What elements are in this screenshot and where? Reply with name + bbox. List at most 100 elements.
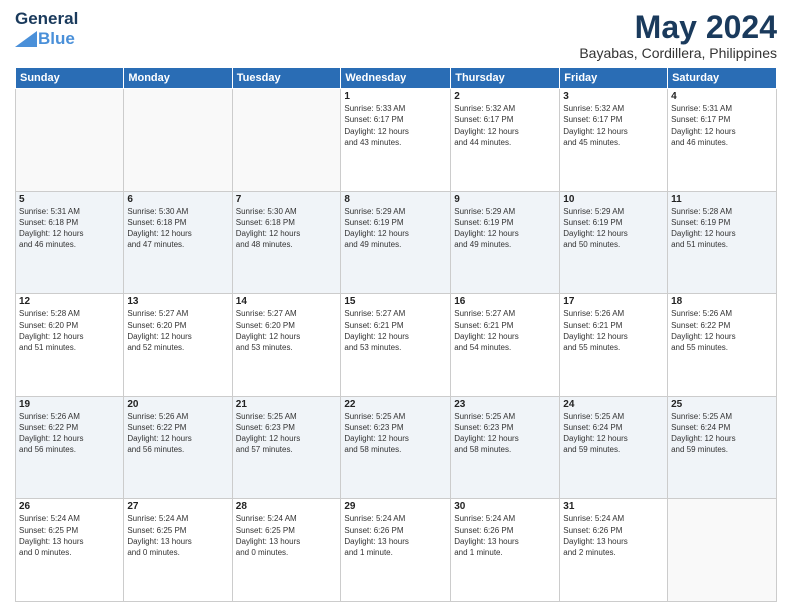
header: General General General Blue May 2024 <box>15 10 777 61</box>
calendar-body: 1Sunrise: 5:33 AM Sunset: 6:17 PM Daylig… <box>16 89 777 602</box>
calendar-cell: 5Sunrise: 5:31 AM Sunset: 6:18 PM Daylig… <box>16 191 124 294</box>
calendar-week-row: 5Sunrise: 5:31 AM Sunset: 6:18 PM Daylig… <box>16 191 777 294</box>
day-info: Sunrise: 5:32 AM Sunset: 6:17 PM Dayligh… <box>454 103 556 148</box>
calendar-cell: 13Sunrise: 5:27 AM Sunset: 6:20 PM Dayli… <box>124 294 232 397</box>
calendar-cell: 14Sunrise: 5:27 AM Sunset: 6:20 PM Dayli… <box>232 294 341 397</box>
calendar-week-row: 1Sunrise: 5:33 AM Sunset: 6:17 PM Daylig… <box>16 89 777 192</box>
calendar-header: SundayMondayTuesdayWednesdayThursdayFrid… <box>16 68 777 89</box>
calendar-cell: 29Sunrise: 5:24 AM Sunset: 6:26 PM Dayli… <box>341 499 451 602</box>
day-info: Sunrise: 5:30 AM Sunset: 6:18 PM Dayligh… <box>127 206 228 251</box>
day-number: 16 <box>454 296 556 307</box>
day-number: 29 <box>344 501 447 512</box>
day-number: 26 <box>19 501 120 512</box>
day-info: Sunrise: 5:27 AM Sunset: 6:21 PM Dayligh… <box>344 308 447 353</box>
day-number: 11 <box>671 194 773 205</box>
day-number: 27 <box>127 501 228 512</box>
day-info: Sunrise: 5:25 AM Sunset: 6:23 PM Dayligh… <box>344 411 447 456</box>
weekday-header-friday: Friday <box>560 68 668 89</box>
day-info: Sunrise: 5:29 AM Sunset: 6:19 PM Dayligh… <box>563 206 664 251</box>
day-number: 10 <box>563 194 664 205</box>
calendar-cell: 18Sunrise: 5:26 AM Sunset: 6:22 PM Dayli… <box>668 294 777 397</box>
calendar-cell: 3Sunrise: 5:32 AM Sunset: 6:17 PM Daylig… <box>560 89 668 192</box>
day-number: 13 <box>127 296 228 307</box>
day-info: Sunrise: 5:24 AM Sunset: 6:26 PM Dayligh… <box>563 513 664 558</box>
day-info: Sunrise: 5:27 AM Sunset: 6:21 PM Dayligh… <box>454 308 556 353</box>
day-number: 2 <box>454 91 556 102</box>
weekday-header-sunday: Sunday <box>16 68 124 89</box>
page: General General General Blue May 2024 <box>0 0 792 612</box>
day-info: Sunrise: 5:24 AM Sunset: 6:25 PM Dayligh… <box>19 513 120 558</box>
weekday-header-saturday: Saturday <box>668 68 777 89</box>
calendar-cell: 4Sunrise: 5:31 AM Sunset: 6:17 PM Daylig… <box>668 89 777 192</box>
month-title: May 2024 <box>579 10 777 45</box>
day-number: 14 <box>236 296 338 307</box>
day-number: 6 <box>127 194 228 205</box>
day-number: 5 <box>19 194 120 205</box>
day-number: 9 <box>454 194 556 205</box>
day-number: 22 <box>344 399 447 410</box>
logo: General General General Blue <box>15 10 78 49</box>
calendar-cell: 6Sunrise: 5:30 AM Sunset: 6:18 PM Daylig… <box>124 191 232 294</box>
day-number: 7 <box>236 194 338 205</box>
calendar-cell <box>124 89 232 192</box>
calendar-cell: 16Sunrise: 5:27 AM Sunset: 6:21 PM Dayli… <box>451 294 560 397</box>
day-number: 31 <box>563 501 664 512</box>
logo-blue: Blue <box>38 29 75 49</box>
day-number: 18 <box>671 296 773 307</box>
day-number: 24 <box>563 399 664 410</box>
day-info: Sunrise: 5:28 AM Sunset: 6:19 PM Dayligh… <box>671 206 773 251</box>
weekday-header-thursday: Thursday <box>451 68 560 89</box>
calendar-week-row: 12Sunrise: 5:28 AM Sunset: 6:20 PM Dayli… <box>16 294 777 397</box>
day-number: 20 <box>127 399 228 410</box>
day-info: Sunrise: 5:27 AM Sunset: 6:20 PM Dayligh… <box>127 308 228 353</box>
day-info: Sunrise: 5:29 AM Sunset: 6:19 PM Dayligh… <box>344 206 447 251</box>
calendar-cell: 19Sunrise: 5:26 AM Sunset: 6:22 PM Dayli… <box>16 396 124 499</box>
day-info: Sunrise: 5:31 AM Sunset: 6:17 PM Dayligh… <box>671 103 773 148</box>
logo-triangle-icon <box>15 31 37 47</box>
calendar-cell: 28Sunrise: 5:24 AM Sunset: 6:25 PM Dayli… <box>232 499 341 602</box>
calendar-cell: 25Sunrise: 5:25 AM Sunset: 6:24 PM Dayli… <box>668 396 777 499</box>
calendar-cell: 1Sunrise: 5:33 AM Sunset: 6:17 PM Daylig… <box>341 89 451 192</box>
calendar-week-row: 19Sunrise: 5:26 AM Sunset: 6:22 PM Dayli… <box>16 396 777 499</box>
calendar-cell: 9Sunrise: 5:29 AM Sunset: 6:19 PM Daylig… <box>451 191 560 294</box>
calendar-cell: 31Sunrise: 5:24 AM Sunset: 6:26 PM Dayli… <box>560 499 668 602</box>
day-info: Sunrise: 5:26 AM Sunset: 6:22 PM Dayligh… <box>127 411 228 456</box>
calendar-cell <box>16 89 124 192</box>
calendar-cell: 11Sunrise: 5:28 AM Sunset: 6:19 PM Dayli… <box>668 191 777 294</box>
day-number: 28 <box>236 501 338 512</box>
day-info: Sunrise: 5:25 AM Sunset: 6:24 PM Dayligh… <box>671 411 773 456</box>
day-number: 17 <box>563 296 664 307</box>
calendar-cell <box>668 499 777 602</box>
day-number: 23 <box>454 399 556 410</box>
calendar-cell: 10Sunrise: 5:29 AM Sunset: 6:19 PM Dayli… <box>560 191 668 294</box>
day-info: Sunrise: 5:28 AM Sunset: 6:20 PM Dayligh… <box>19 308 120 353</box>
calendar-cell: 15Sunrise: 5:27 AM Sunset: 6:21 PM Dayli… <box>341 294 451 397</box>
calendar-cell <box>232 89 341 192</box>
calendar-cell: 8Sunrise: 5:29 AM Sunset: 6:19 PM Daylig… <box>341 191 451 294</box>
day-info: Sunrise: 5:33 AM Sunset: 6:17 PM Dayligh… <box>344 103 447 148</box>
weekday-header-monday: Monday <box>124 68 232 89</box>
day-info: Sunrise: 5:24 AM Sunset: 6:25 PM Dayligh… <box>236 513 338 558</box>
day-info: Sunrise: 5:25 AM Sunset: 6:23 PM Dayligh… <box>236 411 338 456</box>
day-info: Sunrise: 5:25 AM Sunset: 6:24 PM Dayligh… <box>563 411 664 456</box>
day-info: Sunrise: 5:27 AM Sunset: 6:20 PM Dayligh… <box>236 308 338 353</box>
day-info: Sunrise: 5:24 AM Sunset: 6:26 PM Dayligh… <box>344 513 447 558</box>
calendar-table: SundayMondayTuesdayWednesdayThursdayFrid… <box>15 67 777 602</box>
title-area: May 2024 Bayabas, Cordillera, Philippine… <box>579 10 777 61</box>
day-number: 25 <box>671 399 773 410</box>
day-number: 30 <box>454 501 556 512</box>
logo-general: General <box>15 10 78 29</box>
day-info: Sunrise: 5:25 AM Sunset: 6:23 PM Dayligh… <box>454 411 556 456</box>
weekday-row: SundayMondayTuesdayWednesdayThursdayFrid… <box>16 68 777 89</box>
day-number: 19 <box>19 399 120 410</box>
day-info: Sunrise: 5:31 AM Sunset: 6:18 PM Dayligh… <box>19 206 120 251</box>
day-info: Sunrise: 5:24 AM Sunset: 6:26 PM Dayligh… <box>454 513 556 558</box>
day-number: 12 <box>19 296 120 307</box>
day-number: 15 <box>344 296 447 307</box>
day-number: 21 <box>236 399 338 410</box>
day-number: 4 <box>671 91 773 102</box>
day-number: 3 <box>563 91 664 102</box>
day-info: Sunrise: 5:26 AM Sunset: 6:21 PM Dayligh… <box>563 308 664 353</box>
calendar-cell: 24Sunrise: 5:25 AM Sunset: 6:24 PM Dayli… <box>560 396 668 499</box>
day-info: Sunrise: 5:26 AM Sunset: 6:22 PM Dayligh… <box>19 411 120 456</box>
